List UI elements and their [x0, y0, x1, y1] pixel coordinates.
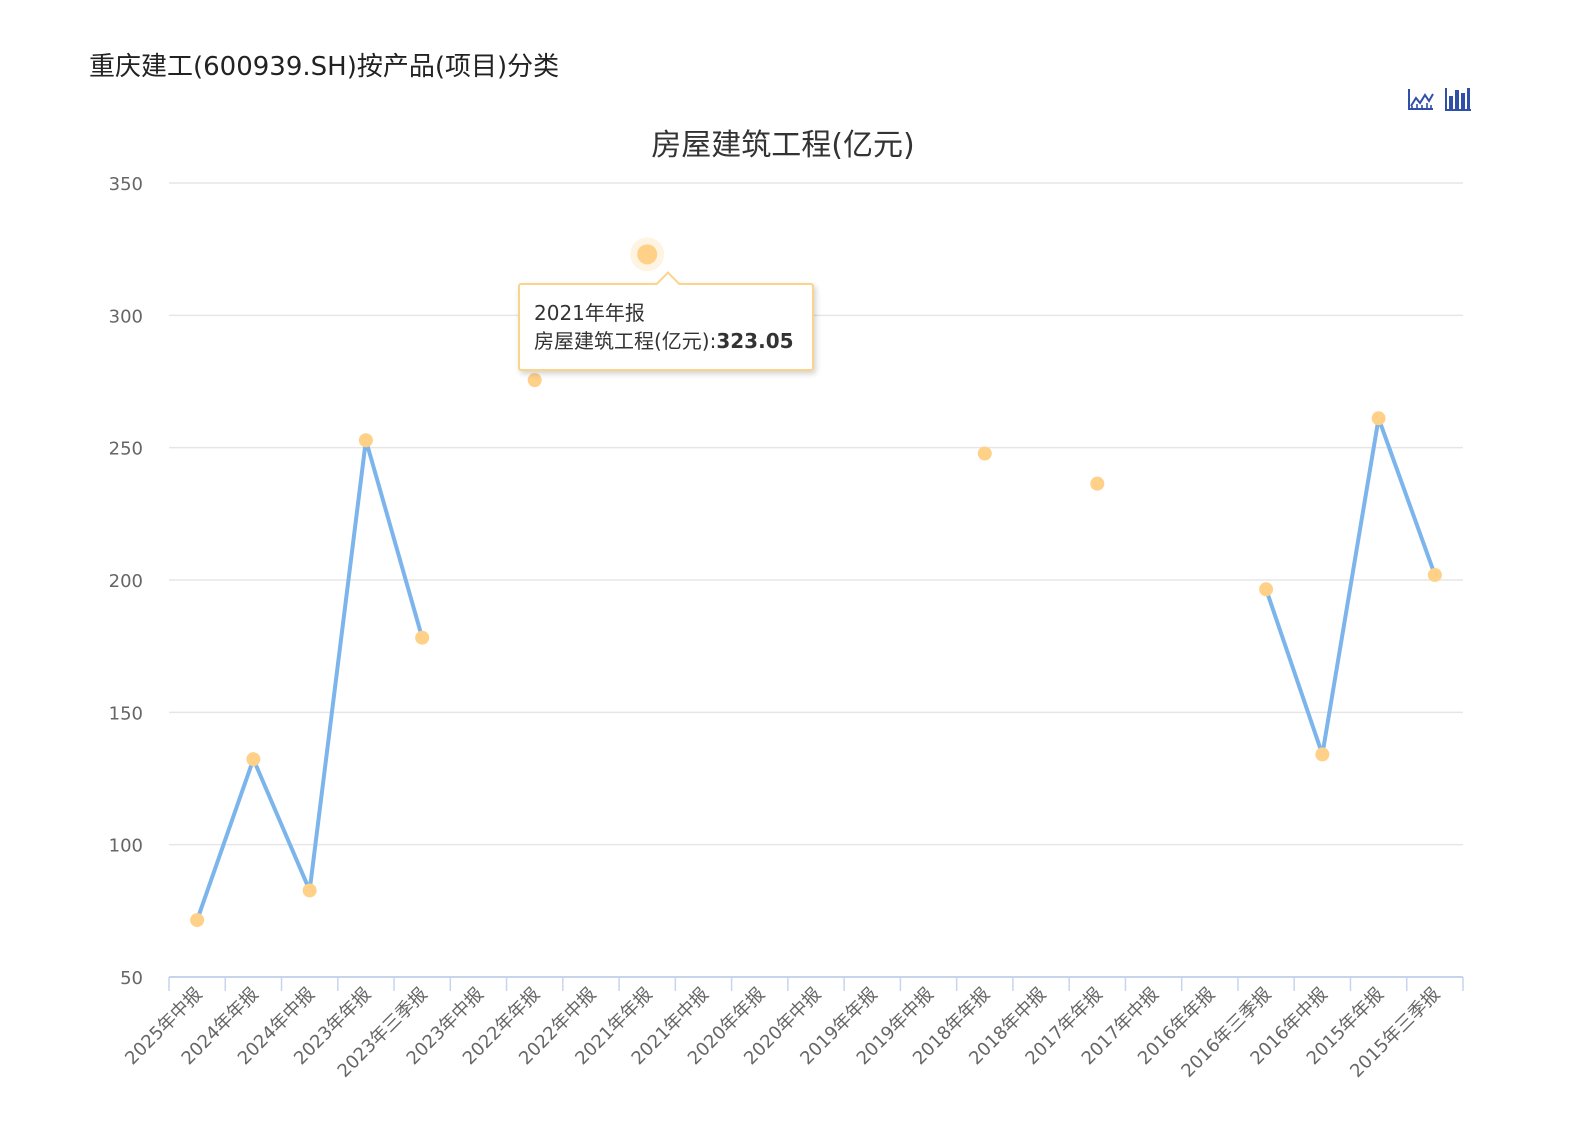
data-tooltip: 2021年年报 房屋建筑工程(亿元):323.05: [518, 271, 814, 371]
data-point[interactable]: [246, 752, 261, 767]
y-tick-label: 100: [109, 836, 143, 857]
data-point[interactable]: [527, 373, 542, 388]
series-points: [190, 237, 1442, 928]
data-point[interactable]: [1427, 567, 1442, 582]
y-tick-label: 200: [109, 571, 143, 592]
y-axis-labels: 50 100 150 200 250 300 350: [109, 174, 143, 989]
line-chart: 房屋建筑工程(亿元) 50 100 150 200 250 300 350 2025年中报2…: [109, 128, 1464, 1082]
series-line: [195, 438, 425, 923]
series-line: [1264, 416, 1437, 757]
data-point[interactable]: [977, 446, 992, 461]
data-point[interactable]: [302, 883, 317, 898]
data-point[interactable]: [1371, 411, 1386, 426]
y-tick-label: 300: [109, 306, 143, 327]
data-point[interactable]: [190, 913, 205, 928]
tooltip-series-label: 房屋建筑工程(亿元):: [534, 329, 717, 353]
tooltip-value-row: 房屋建筑工程(亿元):323.05: [534, 327, 812, 355]
chart-title: 房屋建筑工程(亿元): [651, 128, 914, 163]
grid-lines: [169, 182, 1463, 846]
data-point[interactable]: [358, 433, 373, 448]
x-axis: 2025年中报2024年年报2024年中报2023年年报2023年三季报2023…: [121, 976, 1464, 1082]
y-tick-label: 350: [109, 174, 143, 195]
y-tick-label: 50: [120, 968, 143, 989]
y-tick-label: 250: [109, 439, 143, 460]
data-point[interactable]: [415, 630, 430, 645]
data-point[interactable]: [1259, 582, 1274, 597]
tooltip-value: 323.05: [716, 329, 794, 353]
data-point[interactable]: [1315, 747, 1330, 762]
data-point[interactable]: [1090, 476, 1105, 491]
y-tick-label: 150: [109, 703, 143, 724]
tooltip-category: 2021年年报: [534, 301, 645, 325]
data-point[interactable]: [637, 244, 658, 265]
